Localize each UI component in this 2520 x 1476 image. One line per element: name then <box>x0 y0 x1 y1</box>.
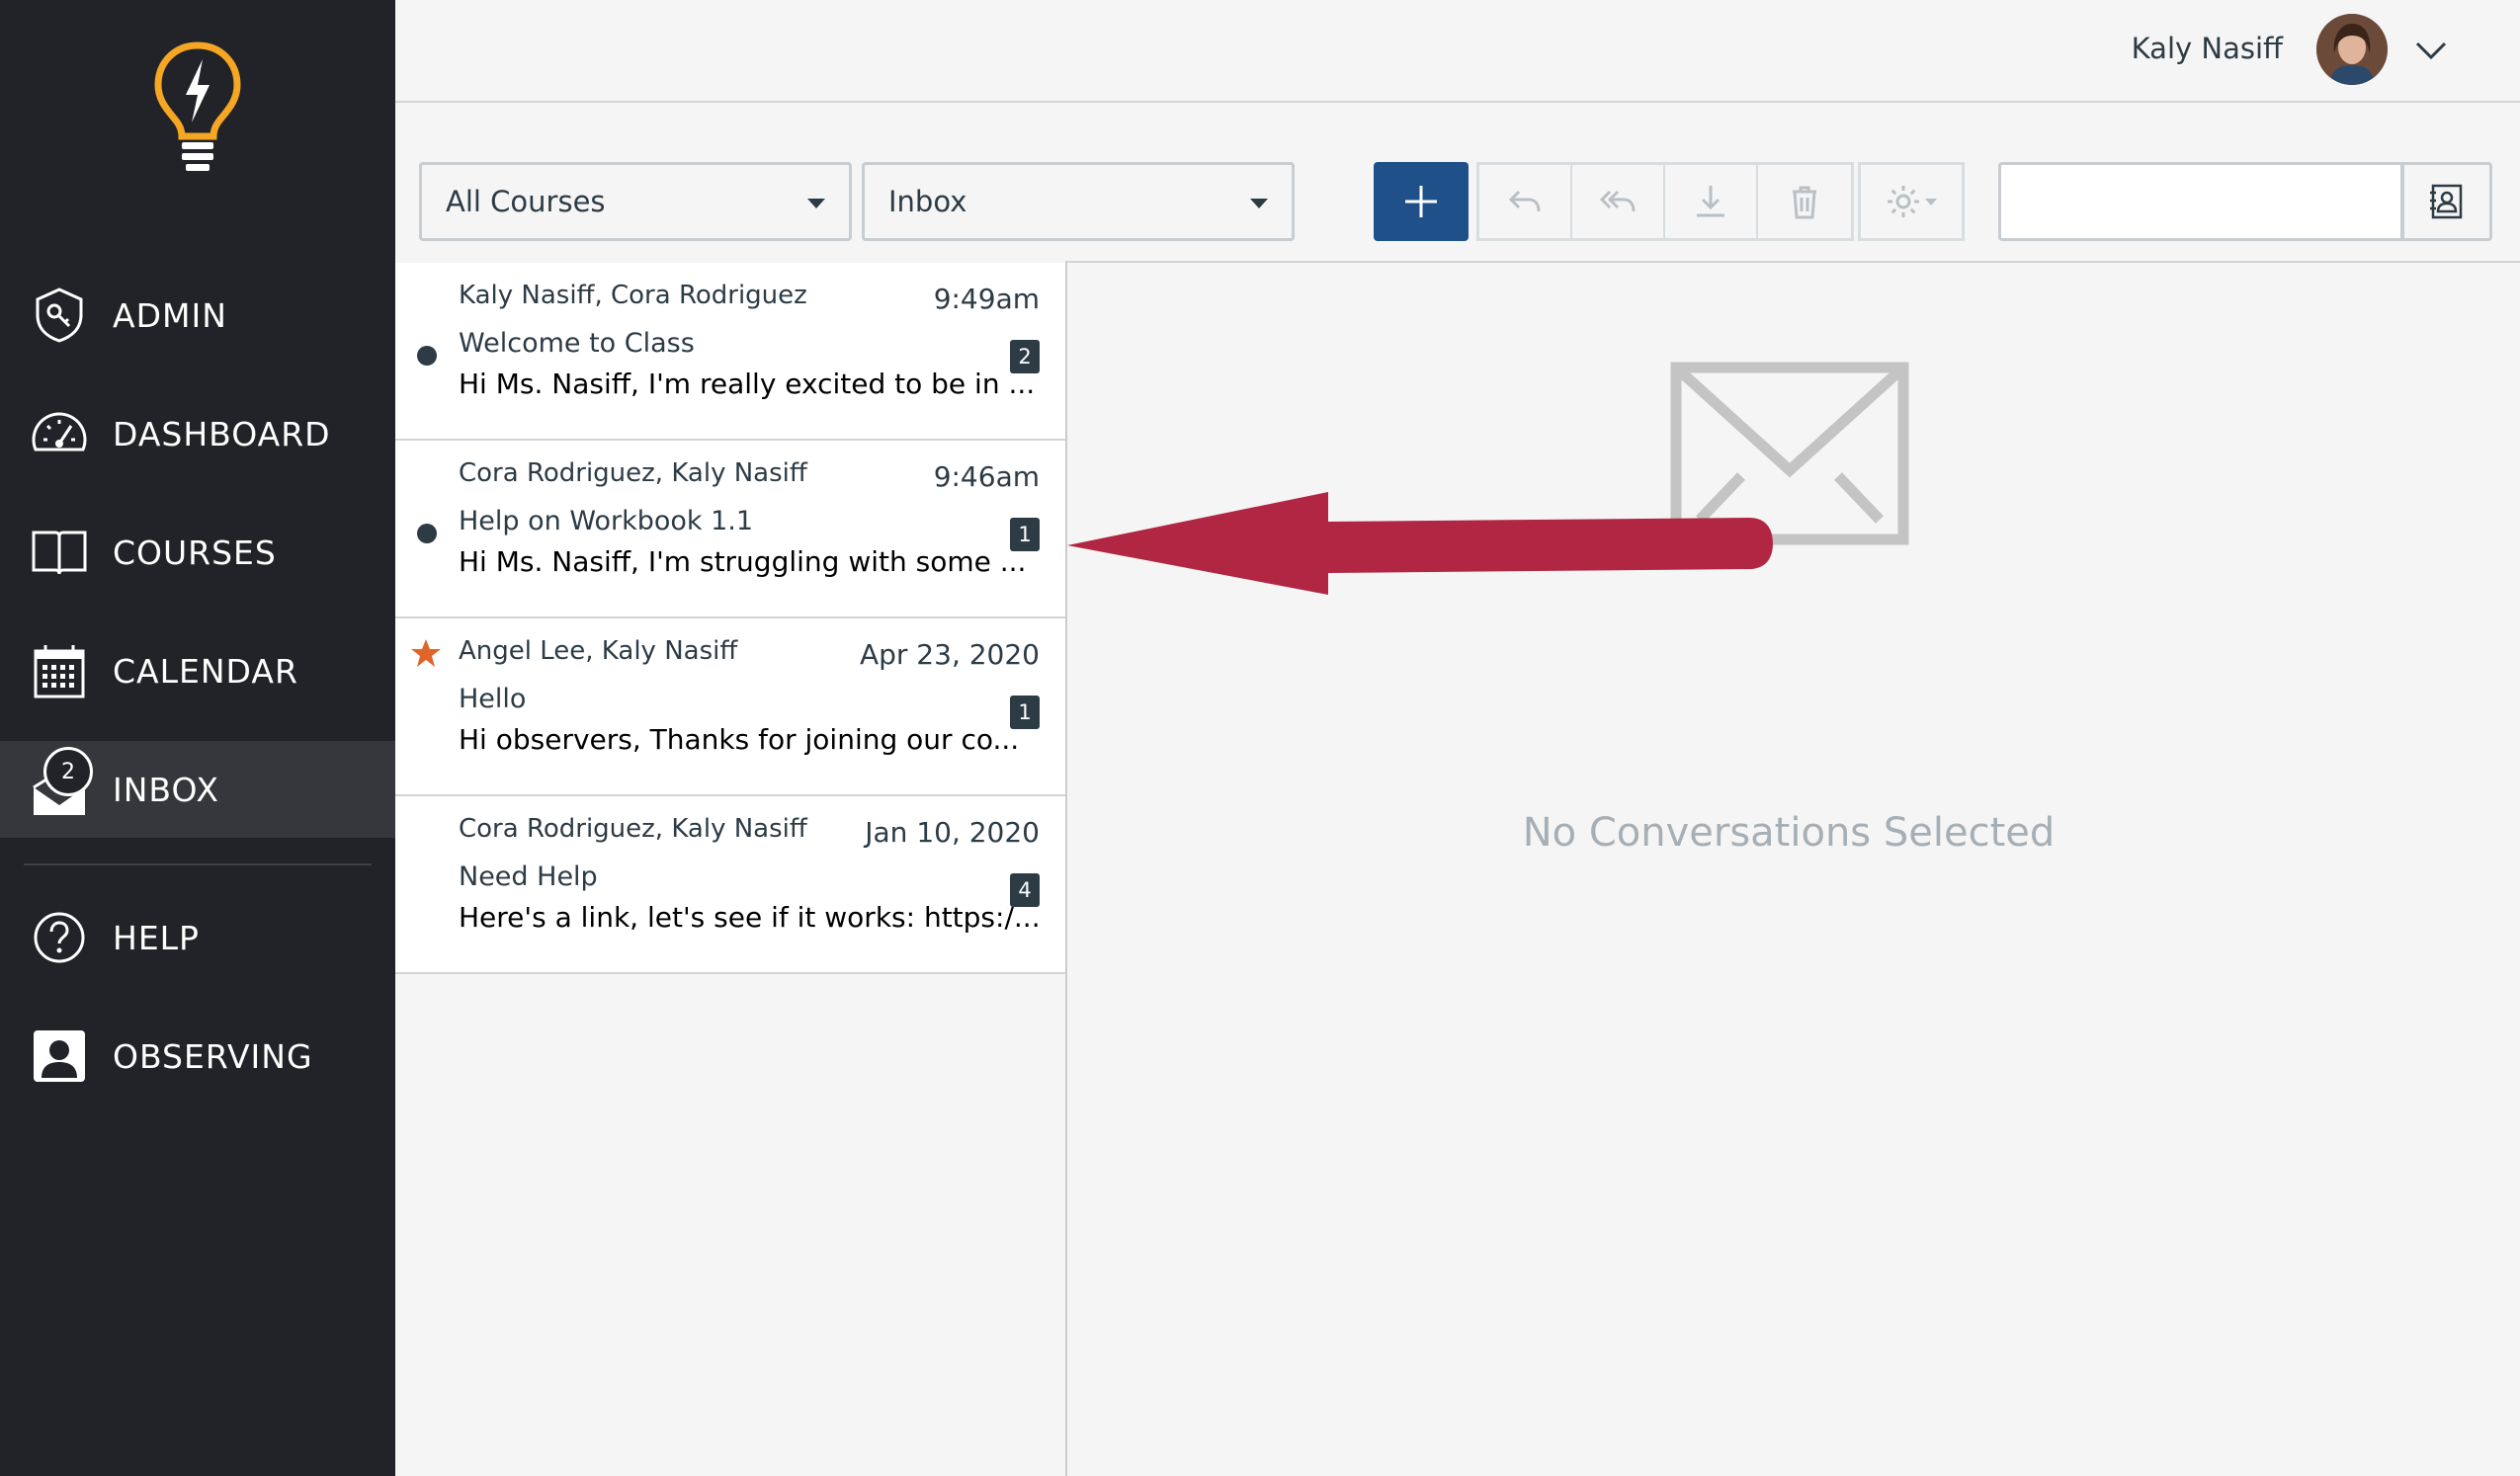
reply-all-icon <box>1599 190 1636 212</box>
top-header: Kaly Nasiff <box>395 0 2520 103</box>
conversation-item[interactable]: Cora Rodriguez, Kaly Nasiff Jan 10, 2020… <box>395 796 1065 974</box>
conversation-item[interactable]: Kaly Nasiff, Cora Rodriguez 9:49am Welco… <box>395 263 1065 441</box>
global-navigation: ADMIN DASHBOARD COURSES CALENDAR INBOX 2… <box>0 0 395 1476</box>
conversation-participants: Kaly Nasiff, Cora Rodriguez <box>459 281 807 310</box>
nav-item-courses[interactable]: COURSES <box>0 504 395 601</box>
nav-item-observing[interactable]: OBSERVING <box>0 1008 395 1105</box>
caret-down-icon <box>1925 199 1937 205</box>
nav-label-admin: ADMIN <box>113 295 227 335</box>
conversation-date: 9:46am <box>933 460 1040 493</box>
compose-button[interactable] <box>1374 162 1469 241</box>
address-book-icon <box>2430 184 2463 219</box>
download-icon <box>1697 186 1724 217</box>
settings-menu-button[interactable] <box>1858 162 1965 241</box>
settings-button[interactable] <box>1861 165 1962 238</box>
annotation-arrow <box>1067 492 1773 595</box>
nav-label-inbox: INBOX <box>113 770 219 809</box>
nav-divider <box>24 863 372 865</box>
conversation-preview: Hi Ms. Nasiff, I'm struggling with some … <box>459 545 1027 578</box>
conversation-preview: Hi observers, Thanks for joining our co.… <box>459 723 1020 756</box>
no-conversation-message: No Conversations Selected <box>1522 810 2056 856</box>
conversation-preview: Here's a link, let's see if it works: ht… <box>459 901 1041 934</box>
chevron-down-icon[interactable] <box>2411 30 2451 69</box>
lightbulb-logo-icon[interactable] <box>148 40 247 178</box>
conversation-subject: Help on Workbook 1.1 <box>459 506 754 536</box>
caret-down-icon <box>807 199 825 208</box>
speedometer-icon <box>32 412 87 451</box>
reply-icon <box>1508 190 1541 212</box>
calendar-icon <box>34 645 85 698</box>
conversation-subject: Hello <box>459 684 527 714</box>
nav-label-courses: COURSES <box>113 533 277 572</box>
reply-button[interactable] <box>1479 165 1572 238</box>
conversation-subject: Need Help <box>459 861 598 892</box>
trash-icon <box>1793 186 1816 219</box>
gear-icon <box>1888 186 1919 217</box>
user-name[interactable]: Kaly Nasiff <box>2132 32 2283 65</box>
unread-indicator[interactable] <box>417 346 437 366</box>
nav-item-admin[interactable]: ADMIN <box>0 267 395 364</box>
nav-label-calendar: CALENDAR <box>113 651 298 691</box>
nav-item-help[interactable]: HELP <box>0 889 395 986</box>
conversation-participants: Cora Rodriguez, Kaly Nasiff <box>459 458 807 488</box>
message-actions-group <box>1476 162 1854 241</box>
nav-label-dashboard: DASHBOARD <box>113 414 331 453</box>
nav-item-calendar[interactable]: CALENDAR <box>0 622 395 719</box>
book-icon <box>32 531 87 575</box>
unread-indicator[interactable] <box>417 524 437 543</box>
help-icon <box>34 912 85 963</box>
archive-button[interactable] <box>1665 165 1758 238</box>
search-input[interactable] <box>1998 162 2403 241</box>
plus-icon <box>1405 186 1437 217</box>
mailbox-filter-value: Inbox <box>888 185 967 218</box>
star-icon[interactable] <box>409 636 443 670</box>
conversation-participants: Cora Rodriguez, Kaly Nasiff <box>459 814 807 844</box>
mailbox-filter-select[interactable]: Inbox <box>862 162 1295 241</box>
inbox-unread-badge: 2 <box>43 747 93 796</box>
address-book-button[interactable] <box>2401 162 2492 241</box>
conversation-item[interactable]: Cora Rodriguez, Kaly Nasiff 9:46am Help … <box>395 441 1065 618</box>
nav-label-observing: OBSERVING <box>113 1036 313 1076</box>
course-filter-value: All Courses <box>446 185 606 218</box>
conversation-date: Jan 10, 2020 <box>865 816 1040 849</box>
caret-down-icon <box>1250 199 1268 208</box>
delete-button[interactable] <box>1758 165 1851 238</box>
conversation-list: Kaly Nasiff, Cora Rodriguez 9:49am Welco… <box>395 261 1067 1476</box>
conversation-date: 9:49am <box>933 283 1040 315</box>
avatar[interactable] <box>2316 14 2388 85</box>
shield-key-icon <box>36 287 83 343</box>
conversation-date: Apr 23, 2020 <box>859 638 1040 671</box>
avatar-photo <box>2316 14 2388 85</box>
course-filter-select[interactable]: All Courses <box>419 162 852 241</box>
reply-all-button[interactable] <box>1572 165 1665 238</box>
conversation-participants: Angel Lee, Kaly Nasiff <box>459 636 738 666</box>
observing-icon <box>34 1030 85 1082</box>
conversation-item[interactable]: Angel Lee, Kaly Nasiff Apr 23, 2020 Hell… <box>395 618 1065 796</box>
nav-item-dashboard[interactable]: DASHBOARD <box>0 385 395 482</box>
nav-label-help: HELP <box>113 918 200 957</box>
conversation-subject: Welcome to Class <box>459 328 695 359</box>
conversation-preview: Hi Ms. Nasiff, I'm really excited to be … <box>459 368 1036 400</box>
